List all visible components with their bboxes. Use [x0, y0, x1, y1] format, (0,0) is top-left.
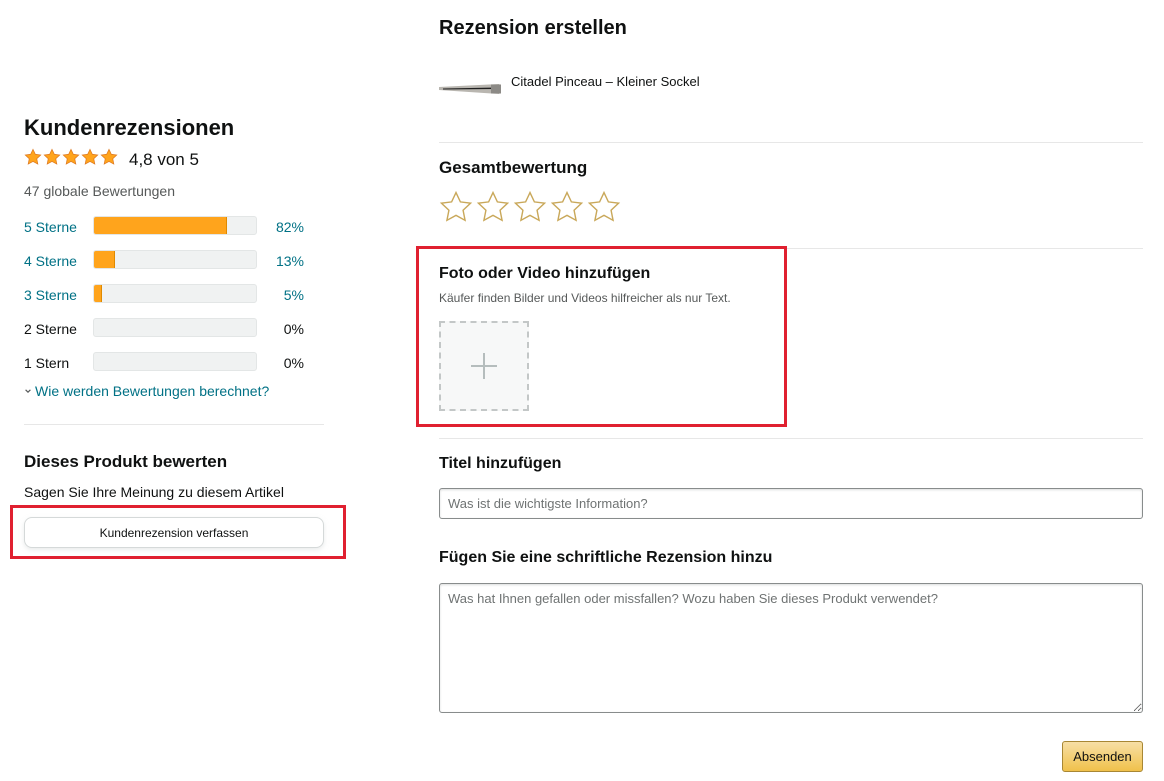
- average-rating-text: 4,8 von 5: [129, 150, 199, 169]
- histogram-bar: [93, 352, 257, 371]
- submit-button[interactable]: Absenden: [1062, 741, 1143, 772]
- create-review-heading: Rezension erstellen: [439, 17, 627, 39]
- how-ratings-calculated-link[interactable]: Wie werden Bewertungen berechnet?: [24, 382, 269, 400]
- histogram-label[interactable]: 5 Sterne: [24, 218, 77, 236]
- histogram-row-4[interactable]: 4 Sterne 13%: [24, 250, 314, 272]
- average-rating-stars: [24, 148, 118, 166]
- rate-product-heading: Dieses Produkt bewerten: [24, 452, 228, 471]
- histogram-percent: 0%: [283, 355, 304, 371]
- star-icon: [24, 148, 42, 165]
- histogram-bar[interactable]: [93, 284, 257, 303]
- histogram-row-3[interactable]: 3 Sterne 5%: [24, 284, 314, 306]
- empty-star-icon[interactable]: [550, 190, 584, 224]
- histogram-fill: [94, 217, 227, 234]
- empty-star-icon[interactable]: [587, 190, 621, 224]
- reviews-heading: Kundenrezensionen: [24, 115, 235, 140]
- histogram-fill: [94, 251, 116, 268]
- global-ratings-count: 47 globale Bewertungen: [24, 183, 176, 199]
- histogram-row-2: 2 Sterne 0%: [24, 318, 314, 340]
- histogram-percent[interactable]: 5%: [284, 286, 304, 304]
- histogram-row-1: 1 Stern 0%: [24, 352, 314, 374]
- histogram-label[interactable]: 3 Sterne: [24, 286, 77, 304]
- overall-rating-input[interactable]: [439, 190, 621, 224]
- highlight-box-write-review: [10, 505, 346, 559]
- histogram-row-5[interactable]: 5 Sterne 82%: [24, 216, 314, 238]
- empty-star-icon[interactable]: [513, 190, 547, 224]
- product-thumbnail: [439, 78, 501, 100]
- histogram-bar: [93, 318, 257, 337]
- how-ratings-calculated-text[interactable]: Wie werden Bewertungen berechnet?: [35, 382, 269, 400]
- section-divider: [439, 142, 1143, 143]
- star-icon: [43, 148, 61, 165]
- histogram-label[interactable]: 4 Sterne: [24, 252, 77, 270]
- empty-star-icon[interactable]: [439, 190, 473, 224]
- highlight-box-media-upload: [416, 246, 787, 427]
- empty-star-icon[interactable]: [476, 190, 510, 224]
- histogram-bar[interactable]: [93, 216, 257, 235]
- headline-input[interactable]: [439, 488, 1143, 519]
- histogram-label: 2 Sterne: [24, 321, 77, 337]
- histogram-percent[interactable]: 13%: [276, 252, 304, 270]
- histogram-percent: 0%: [283, 321, 304, 337]
- rate-product-subtitle: Sagen Sie Ihre Meinung zu diesem Artikel: [24, 484, 284, 500]
- star-icon: [81, 148, 99, 165]
- headline-label: Titel hinzufügen: [439, 455, 562, 472]
- product-name: Citadel Pinceau – Kleiner Sockel: [511, 74, 700, 89]
- histogram-percent[interactable]: 82%: [276, 218, 304, 236]
- review-text-input[interactable]: [439, 583, 1143, 713]
- histogram-label: 1 Stern: [24, 355, 70, 371]
- overall-rating-heading: Gesamtbewertung: [439, 158, 588, 177]
- chevron-down-icon: [25, 389, 31, 394]
- histogram-bar[interactable]: [93, 250, 257, 269]
- star-icon: [100, 148, 118, 165]
- histogram-fill: [94, 285, 103, 302]
- section-divider: [439, 438, 1143, 439]
- review-text-label: Fügen Sie eine schriftliche Rezension hi…: [439, 549, 773, 566]
- left-divider: [24, 424, 324, 425]
- star-icon: [62, 148, 80, 165]
